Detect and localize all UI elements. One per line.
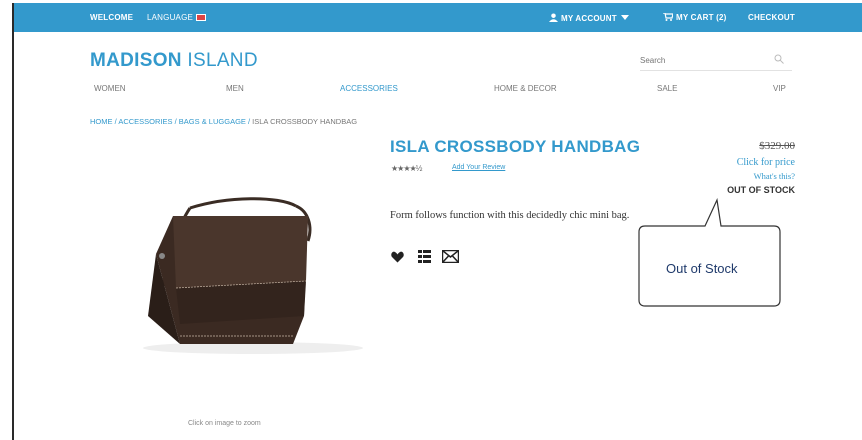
- nav-item-women[interactable]: WOMEN: [94, 84, 126, 93]
- language-selector[interactable]: LANGUAGE: [147, 13, 207, 22]
- click-for-price-link[interactable]: Click for price: [680, 157, 795, 168]
- callout-label: Out of Stock: [666, 261, 738, 276]
- stock-status: OUT OF STOCK: [727, 185, 795, 195]
- breadcrumb-current: ISLA CROSSBODY HANDBAG: [252, 117, 358, 126]
- chevron-down-icon: [620, 15, 629, 20]
- language-label: LANGUAGE: [147, 13, 194, 22]
- whats-this-link[interactable]: What's this?: [680, 171, 795, 181]
- my-account-label: MY ACCOUNT: [561, 14, 617, 23]
- my-cart-label: MY CART (2): [676, 13, 727, 22]
- email-icon[interactable]: [441, 249, 460, 268]
- flag-icon: [196, 14, 207, 21]
- rating-stars: ★★★★½: [391, 164, 422, 173]
- top-bar: WELCOME LANGUAGE MY ACCOUNT MY CART (2) …: [14, 3, 862, 32]
- nav-item-sale[interactable]: SALE: [657, 84, 677, 93]
- heart-icon[interactable]: [391, 250, 404, 268]
- my-account-menu[interactable]: MY ACCOUNT: [549, 13, 629, 23]
- user-icon: [549, 13, 558, 22]
- breadcrumb-home[interactable]: HOME: [90, 117, 113, 126]
- logo-bold: MADISON: [90, 50, 182, 71]
- breadcrumb-bags[interactable]: BAGS & LUGGAGE: [179, 117, 246, 126]
- product-image[interactable]: [118, 196, 368, 356]
- cart-icon: [663, 13, 673, 21]
- breadcrumb: HOME / ACCESSORIES / BAGS & LUGGAGE / IS…: [90, 117, 358, 126]
- search-icon[interactable]: [774, 54, 784, 64]
- nav-item-vip[interactable]: VIP: [773, 84, 786, 93]
- compare-icon[interactable]: [418, 250, 431, 268]
- my-cart-link[interactable]: MY CART (2): [663, 13, 727, 22]
- search-input[interactable]: [640, 51, 765, 70]
- nav-item-home-decor[interactable]: HOME & DECOR: [494, 84, 557, 93]
- site-logo[interactable]: MADISON ISLAND: [90, 50, 258, 72]
- nav-item-accessories[interactable]: ACCESSORIES: [340, 84, 398, 93]
- callout-bubble: [638, 198, 781, 307]
- product-description: Form follows function with this decidedl…: [390, 210, 630, 221]
- checkout-link[interactable]: CHECKOUT: [748, 13, 795, 22]
- logo-light: ISLAND: [181, 50, 258, 71]
- zoom-caption: Click on image to zoom: [188, 420, 261, 427]
- search-box: [640, 50, 792, 71]
- breadcrumb-accessories[interactable]: ACCESSORIES: [118, 117, 172, 126]
- add-review-link[interactable]: Add Your Review: [452, 164, 505, 171]
- welcome-text: WELCOME: [90, 13, 134, 22]
- product-title: ISLA CROSSBODY HANDBAG: [390, 137, 641, 156]
- old-price: $329.00: [759, 140, 795, 152]
- nav-item-men[interactable]: MEN: [226, 84, 244, 93]
